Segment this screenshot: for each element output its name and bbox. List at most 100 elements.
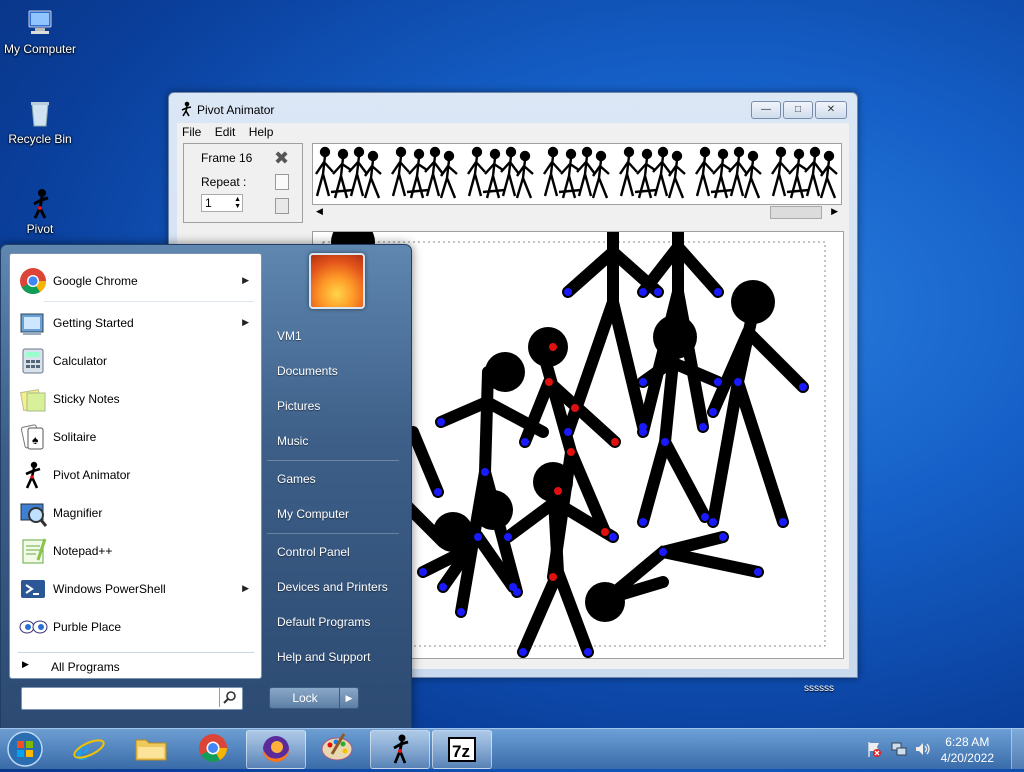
start-item-google-chrome[interactable]: Google Chrome ▶	[14, 264, 257, 298]
start-right-default-programs[interactable]: Default Programs	[277, 615, 370, 629]
menu-file[interactable]: File	[177, 123, 206, 141]
sticky-notes-icon	[18, 384, 48, 414]
menu-bar: File Edit Help	[177, 123, 849, 141]
start-right-documents[interactable]: Documents	[277, 364, 338, 378]
lock-button[interactable]: Lock	[269, 687, 341, 709]
start-item-label: Solitaire	[53, 430, 97, 444]
network-icon[interactable]	[890, 740, 908, 761]
window-app-icon	[179, 101, 193, 120]
volume-icon[interactable]	[914, 740, 932, 761]
taskbar-pivot-animator[interactable]	[370, 730, 430, 769]
start-item-label: Magnifier	[53, 506, 103, 520]
start-item-label: Purble Place	[53, 620, 122, 634]
calculator-icon	[18, 346, 48, 376]
start-button[interactable]	[4, 729, 46, 769]
scroll-thumb[interactable]	[770, 206, 822, 219]
start-item-pivot-animator[interactable]: Pivot Animator	[14, 458, 257, 492]
recycle-bin-icon	[23, 96, 57, 130]
spinner-arrows-icon[interactable]: ▲ ▼	[234, 196, 241, 210]
start-menu-separator	[18, 652, 254, 653]
computer-icon	[23, 6, 57, 40]
menu-edit[interactable]: Edit	[210, 123, 241, 141]
clock-time: 6:28 AM	[945, 735, 990, 749]
delete-frame-icon[interactable]: ✖	[274, 148, 289, 169]
start-item-label: Google Chrome	[53, 274, 138, 288]
scroll-left-icon[interactable]: ◀	[316, 206, 323, 217]
pivot-icon	[393, 734, 409, 764]
getting-started-icon	[18, 308, 48, 338]
taskbar-file-explorer[interactable]	[122, 730, 180, 767]
start-search-box[interactable]	[21, 687, 243, 710]
start-item-label: Sticky Notes	[53, 392, 120, 406]
windows-orb-icon	[7, 731, 43, 767]
paint-palette-icon	[321, 733, 353, 761]
taskbar-clock[interactable]: 6:28 AM 4/20/2022	[941, 734, 994, 766]
solitaire-icon: ♠	[18, 422, 48, 452]
system-tray	[862, 739, 938, 759]
start-item-label: Notepad++	[53, 544, 113, 558]
start-item-calculator[interactable]: Calculator	[14, 344, 257, 378]
frame-strip[interactable]	[312, 143, 842, 205]
start-right-devices-and-printers[interactable]: Devices and Printers	[277, 580, 388, 594]
close-button[interactable]: ✕	[815, 101, 847, 119]
all-programs-arrow-icon: ▶	[22, 659, 29, 669]
svg-text:e: e	[76, 734, 89, 767]
user-picture[interactable]	[309, 253, 365, 309]
frame-thumbnails	[315, 146, 839, 200]
start-menu-separator	[44, 301, 254, 302]
firefox-icon	[263, 736, 289, 762]
powershell-icon	[18, 574, 48, 604]
start-item-getting-started[interactable]: Getting Started ▶	[14, 306, 257, 340]
clock-date: 4/20/2022	[940, 751, 994, 765]
scroll-right-icon[interactable]: ▶	[831, 206, 838, 217]
minimize-button[interactable]: —	[751, 101, 781, 119]
frame-strip-scrollbar[interactable]: ◀ ▶	[312, 205, 840, 219]
lock-options-button[interactable]: ▶	[339, 687, 359, 709]
search-icon[interactable]	[219, 688, 240, 707]
repeat-spinner[interactable]: 1 ▲ ▼	[201, 194, 243, 212]
taskbar-firefox[interactable]	[246, 730, 306, 769]
svg-text:♠: ♠	[32, 433, 39, 447]
start-item-windows-powershell[interactable]: Windows PowerShell ▶	[14, 572, 257, 606]
taskbar-paint[interactable]	[308, 730, 366, 767]
taskbar-chrome[interactable]	[184, 730, 242, 767]
start-item-label: Calculator	[53, 354, 108, 368]
menu-help[interactable]: Help	[244, 123, 279, 141]
purble-place-icon	[18, 612, 48, 642]
start-item-sticky-notes[interactable]: Sticky Notes	[14, 382, 257, 416]
start-right-separator	[267, 533, 399, 534]
start-right-control-panel[interactable]: Control Panel	[277, 545, 350, 559]
repeat-value: 1	[205, 196, 212, 210]
start-search-input[interactable]	[24, 689, 214, 706]
desktop-icon-my-computer[interactable]: My Computer	[0, 6, 80, 56]
action-center-flag-icon[interactable]	[866, 740, 882, 761]
lock-button-label: Lock	[292, 691, 318, 705]
start-right-pictures[interactable]: Pictures	[277, 399, 320, 413]
start-menu: Google Chrome ▶ Getting Started ▶ Calcul…	[0, 244, 412, 730]
pivot-icon	[23, 186, 57, 220]
taskbar-7-zip[interactable]: 7z	[432, 730, 492, 769]
start-item-notepadpp[interactable]: Notepad++	[14, 534, 257, 568]
start-item-magnifier[interactable]: Magnifier	[14, 496, 257, 530]
all-programs-label: All Programs	[51, 660, 120, 674]
start-item-purble-place[interactable]: Purble Place	[14, 610, 257, 644]
submenu-arrow-icon: ▶	[242, 583, 249, 593]
copy-frame-icon[interactable]	[275, 174, 289, 190]
start-item-solitaire[interactable]: ♠ Solitaire	[14, 420, 257, 454]
start-right-vm1[interactable]: VM1	[277, 329, 302, 343]
maximize-button[interactable]: □	[783, 101, 813, 119]
start-right-music[interactable]: Music	[277, 434, 308, 448]
taskbar: e 7z 6:28 AM 4/20/2022	[0, 728, 1024, 769]
desktop-icon-pivot[interactable]: Pivot	[0, 186, 80, 236]
chrome-icon	[199, 734, 227, 762]
all-programs-button[interactable]: ▶ All Programs	[14, 654, 257, 678]
start-item-label: Pivot Animator	[53, 468, 131, 482]
desktop-icon-recycle-bin[interactable]: Recycle Bin	[0, 96, 80, 146]
start-right-games[interactable]: Games	[277, 472, 316, 486]
taskbar-internet-explorer[interactable]: e	[60, 730, 118, 767]
start-right-my-computer[interactable]: My Computer	[277, 507, 349, 521]
paste-frame-icon[interactable]	[275, 198, 289, 214]
window-title: Pivot Animator	[197, 103, 275, 117]
start-right-help-and-support[interactable]: Help and Support	[277, 650, 370, 664]
show-desktop-button[interactable]	[1011, 729, 1024, 769]
